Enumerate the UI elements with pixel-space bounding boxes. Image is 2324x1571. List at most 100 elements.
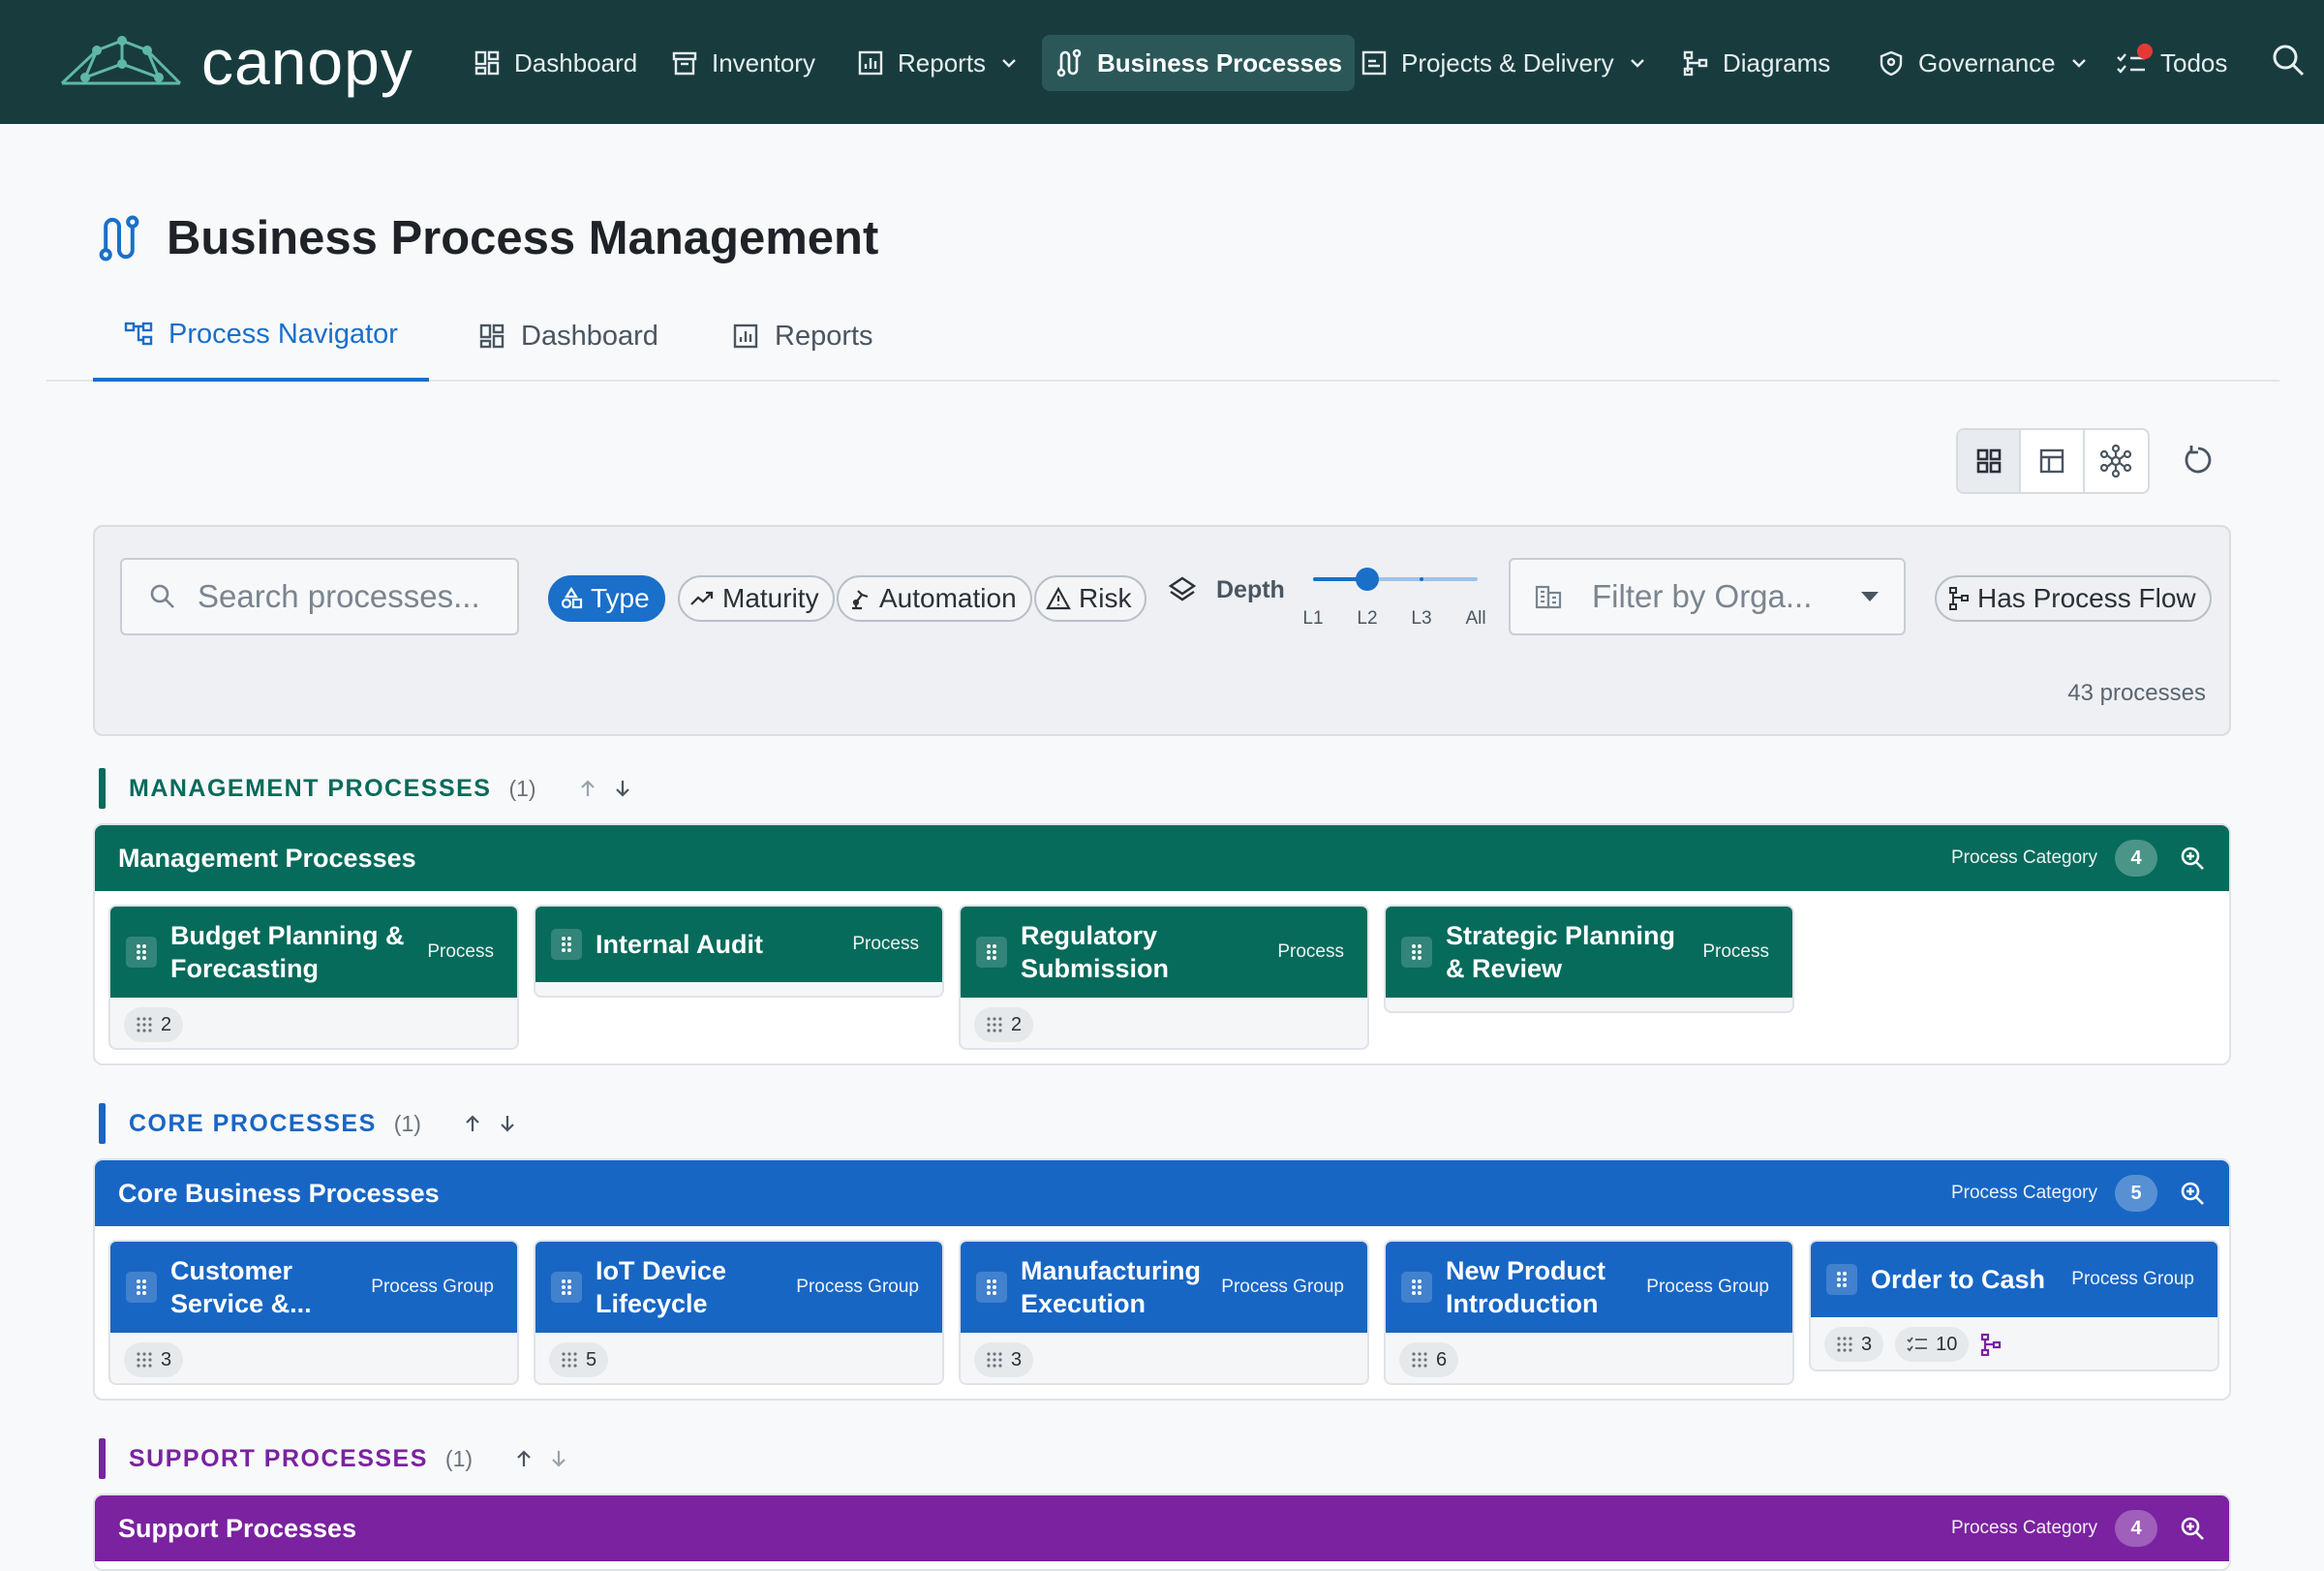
category-name: Core Business Processes	[118, 1178, 440, 1208]
search-input[interactable]: Search processes...	[120, 558, 519, 635]
chip-type[interactable]: Type	[548, 575, 665, 622]
section-color-bar	[99, 768, 106, 809]
arrow-down-icon[interactable]	[497, 1113, 518, 1134]
todos-count-pill: 10	[1895, 1327, 1970, 1362]
hierarchy-icon	[124, 322, 153, 346]
depth-level-l2[interactable]: L2	[1357, 608, 1377, 630]
process-group-card[interactable]: Order to Cash Process Group 3 10	[1809, 1240, 2219, 1371]
process-group-card[interactable]: Customer Service &... Process Group 3	[108, 1240, 519, 1385]
tab-process-navigator[interactable]: Process Navigator	[93, 291, 429, 382]
nav-dashboard[interactable]: Dashboard	[461, 35, 650, 91]
nav-todos-label: Todos	[2160, 47, 2228, 77]
category-header[interactable]: Core Business Processes Process Category…	[95, 1160, 2229, 1226]
drag-handle-icon[interactable]	[126, 1272, 157, 1303]
nav-projects-delivery[interactable]: Projects & Delivery	[1348, 35, 1660, 91]
chip-maturity[interactable]: Maturity	[678, 575, 835, 622]
children-count-pill: 5	[549, 1342, 609, 1377]
zoom-in-icon[interactable]	[2179, 1180, 2206, 1207]
category-support-processes: Support Processes Process Category 4	[93, 1494, 2231, 1571]
children-count-pill: 2	[124, 1007, 184, 1042]
chip-automation[interactable]: Automation	[837, 575, 1032, 622]
refresh-button[interactable]	[2181, 442, 2216, 478]
tab-dashboard[interactable]: Dashboard	[447, 291, 689, 382]
children-count-pill: 3	[1824, 1327, 1884, 1362]
process-card[interactable]: Regulatory Submission Process 2	[959, 905, 1369, 1050]
nav-diagrams[interactable]: Diagrams	[1669, 35, 1843, 91]
nav-governance[interactable]: Governance	[1865, 35, 2101, 91]
notification-dot	[2137, 44, 2153, 59]
process-group-card[interactable]: IoT Device Lifecycle Process Group 5	[534, 1240, 944, 1385]
slider-tick	[1420, 577, 1423, 581]
process-card-footer: 3 10	[1811, 1317, 2217, 1370]
grid-dots-icon	[1412, 1352, 1427, 1368]
arrow-down-icon[interactable]	[612, 778, 633, 799]
chip-label: Automation	[879, 583, 1017, 613]
arrow-up-icon[interactable]	[513, 1448, 535, 1469]
canopy-logo[interactable]: canopy	[58, 26, 413, 98]
organization-filter-select[interactable]: Filter by Orga...	[1509, 558, 1906, 635]
arrow-up-icon[interactable]	[577, 778, 598, 799]
process-type: Process	[852, 934, 919, 954]
depth-level-l1[interactable]: L1	[1302, 608, 1323, 630]
canopy-logo-icon	[60, 36, 182, 85]
nav-inventory[interactable]: Inventory	[658, 35, 828, 91]
arrow-up-icon[interactable]	[462, 1113, 483, 1134]
process-group-card[interactable]: New Product Introduction Process Group 6	[1384, 1240, 1794, 1385]
children-count: 2	[1011, 1013, 1023, 1035]
shield-icon	[1880, 50, 1903, 77]
dashboard-icon	[479, 323, 505, 349]
category-header[interactable]: Management Processes Process Category 4	[95, 825, 2229, 891]
slider-handle[interactable]	[1356, 568, 1379, 591]
brand-name: canopy	[201, 26, 413, 98]
drag-handle-icon[interactable]	[1401, 937, 1432, 968]
tab-reports[interactable]: Reports	[701, 291, 904, 382]
depth-slider[interactable]: L1 L2 L3 All	[1302, 564, 1486, 635]
children-count-pill: 3	[974, 1342, 1034, 1377]
depth-level-l3[interactable]: L3	[1411, 608, 1431, 630]
zoom-in-icon[interactable]	[2179, 1515, 2206, 1542]
process-flow-icon[interactable]	[1980, 1333, 2002, 1356]
table-view-button[interactable]	[2021, 430, 2085, 492]
process-type: Process	[427, 941, 494, 962]
drag-handle-icon[interactable]	[551, 929, 582, 960]
chip-label: Maturity	[722, 583, 819, 613]
tab-label: Dashboard	[521, 320, 658, 352]
children-count: 5	[586, 1348, 597, 1371]
nav-reports[interactable]: Reports	[844, 35, 1031, 91]
chip-risk[interactable]: Risk	[1034, 575, 1147, 622]
drag-handle-icon[interactable]	[1401, 1272, 1432, 1303]
grid-dots-icon	[1837, 1337, 1852, 1352]
network-view-button[interactable]	[2085, 430, 2148, 492]
chip-label: Risk	[1079, 583, 1132, 613]
process-name: Strategic Planning & Review	[1446, 921, 1676, 983]
process-card[interactable]: Strategic Planning & Review Process	[1384, 905, 1794, 1013]
grid-view-button[interactable]	[1958, 430, 2022, 492]
global-search-button[interactable]	[2271, 43, 2306, 77]
depth-level-all[interactable]: All	[1465, 608, 1485, 630]
category-header[interactable]: Support Processes Process Category 4	[95, 1495, 2229, 1561]
warning-icon	[1046, 587, 1071, 610]
zoom-in-icon[interactable]	[2179, 845, 2206, 872]
drag-handle-icon[interactable]	[551, 1272, 582, 1303]
arrow-down-icon[interactable]	[548, 1448, 569, 1469]
has-process-flow-toggle[interactable]: Has Process Flow	[1935, 575, 2212, 622]
top-navbar: canopy Dashboard Inventory Reports Busin…	[0, 0, 2324, 124]
chevron-down-icon	[1630, 59, 1644, 68]
children-count-pill: 6	[1399, 1342, 1459, 1377]
process-type: Process Group	[2071, 1269, 2194, 1289]
section-sort-controls	[513, 1448, 569, 1469]
process-card[interactable]: Internal Audit Process	[534, 905, 944, 998]
chevron-down-icon	[1002, 59, 1016, 68]
drag-handle-icon[interactable]	[126, 937, 157, 968]
drag-handle-icon[interactable]	[976, 1272, 1007, 1303]
drag-handle-icon[interactable]	[1826, 1264, 1857, 1295]
nav-business-processes[interactable]: Business Processes	[1042, 35, 1355, 91]
process-type: Process Group	[796, 1277, 919, 1297]
todos-count: 10	[1936, 1333, 1958, 1355]
drag-handle-icon[interactable]	[976, 937, 1007, 968]
process-card[interactable]: Budget Planning & Forecasting Process 2	[108, 905, 519, 1050]
nav-reports-label: Reports	[898, 47, 987, 77]
process-group-card[interactable]: Manufacturing Execution Process Group 3	[959, 1240, 1369, 1385]
nav-todos[interactable]: Todos	[2103, 35, 2240, 91]
process-name: New Product Introduction	[1446, 1256, 1606, 1318]
